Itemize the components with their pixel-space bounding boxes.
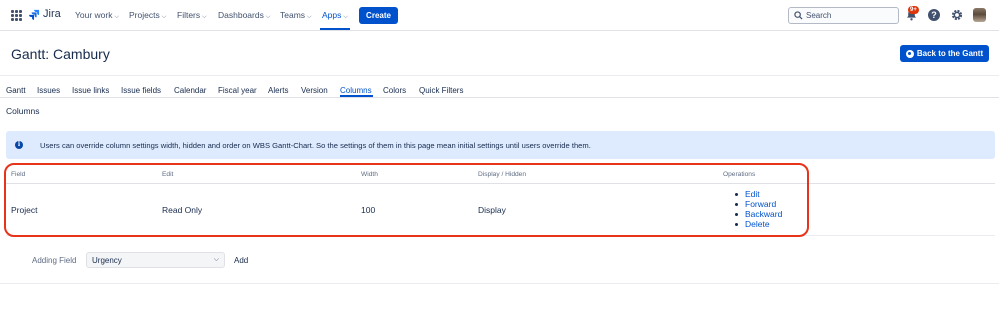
tab-gantt[interactable]: Gantt: [6, 86, 26, 95]
avatar[interactable]: [973, 8, 986, 22]
chevron-down-icon: ⌵: [114, 14, 120, 20]
gear-icon[interactable]: [951, 9, 963, 21]
logo-text: Jira: [43, 8, 61, 20]
search-icon: [794, 11, 803, 20]
nav-dashboards[interactable]: Dashboards ⌵: [218, 10, 270, 21]
chevron-down-icon: ⌵: [343, 14, 348, 20]
column-header-field: Field: [11, 171, 26, 178]
nav-apps[interactable]: Apps ⌵: [322, 10, 348, 21]
nav-projects[interactable]: Projects ⌵: [129, 10, 166, 21]
cell-width: 100: [361, 205, 376, 215]
op-edit-link[interactable]: Edit: [735, 189, 782, 199]
back-to-gantt-button[interactable]: Back to the Gantt: [900, 45, 989, 62]
search-input[interactable]: Search: [788, 7, 899, 24]
jira-logo-icon: [29, 9, 40, 20]
divider: [0, 75, 999, 76]
adding-field-label: Adding Field: [32, 256, 77, 265]
op-delete-link[interactable]: Delete: [735, 219, 782, 229]
notifications-badge: 9+: [908, 6, 919, 14]
op-forward-link[interactable]: Forward: [735, 199, 782, 209]
chevron-down-icon: ⌵: [161, 14, 167, 20]
search-placeholder: Search: [806, 11, 832, 20]
tab-quick-filters[interactable]: Quick Filters: [419, 86, 463, 95]
column-header-display-hidden: Display / Hidden: [478, 171, 527, 178]
field-select[interactable]: Urgency ⌵: [86, 252, 225, 268]
tab-issue-links[interactable]: Issue links: [72, 86, 109, 95]
nav-your-work[interactable]: Your work ⌵: [75, 10, 119, 21]
chevron-down-icon: ⌵: [202, 14, 207, 20]
nav-active-indicator: [320, 28, 350, 30]
column-header-width: Width: [361, 171, 378, 178]
page-title: Gantt: Cambury: [11, 46, 110, 62]
info-banner: i Users can override column settings wid…: [6, 131, 995, 159]
top-navigation: Jira Your work ⌵ Projects ⌵ Filters ⌵ Dashb…: [0, 0, 999, 31]
nav-label: Dashboards: [218, 10, 264, 20]
table-header-divider: [6, 183, 995, 184]
chevron-down-icon: ⌵: [307, 14, 312, 20]
cell-edit: Read Only: [162, 205, 203, 215]
divider: [0, 283, 999, 284]
section-title: Columns: [6, 106, 40, 116]
app-switcher-icon[interactable]: [11, 10, 22, 21]
nav-teams[interactable]: Teams ⌵: [280, 10, 312, 21]
operations-list: Edit Forward Backward Delete: [735, 189, 782, 229]
info-text: Users can override column settings width…: [40, 141, 591, 150]
nav-label: Your work: [75, 10, 113, 20]
op-backward-link[interactable]: Backward: [735, 209, 782, 219]
table-row-divider: [6, 235, 995, 236]
chevron-down-icon: ⌵: [213, 256, 219, 263]
nav-label: Filters: [177, 10, 201, 20]
tab-colors[interactable]: Colors: [383, 86, 406, 95]
tab-issues[interactable]: Issues: [37, 86, 60, 95]
jira-logo[interactable]: Jira: [29, 8, 61, 20]
info-icon: i: [15, 141, 23, 149]
tab-columns[interactable]: Columns: [340, 86, 372, 95]
red-highlight-annotation: [4, 163, 809, 237]
create-button[interactable]: Create: [359, 7, 398, 24]
eye-icon: [905, 49, 914, 58]
tab-version[interactable]: Version: [301, 86, 328, 95]
help-icon[interactable]: ?: [928, 9, 940, 21]
back-button-label: Back to the Gantt: [916, 49, 984, 58]
cell-display: Display: [478, 205, 506, 215]
column-header-operations: Operations: [723, 171, 756, 178]
tabs-divider: [0, 97, 999, 98]
nav-filters[interactable]: Filters ⌵: [177, 10, 207, 21]
tab-alerts[interactable]: Alerts: [268, 86, 288, 95]
cell-field: Project: [11, 205, 38, 215]
add-button[interactable]: Add: [234, 256, 248, 265]
chevron-down-icon: ⌵: [265, 14, 271, 20]
tab-fiscal-year[interactable]: Fiscal year: [218, 86, 257, 95]
nav-label: Apps: [322, 10, 342, 20]
tab-issue-fields[interactable]: Issue fields: [121, 86, 161, 95]
field-select-value: Urgency: [92, 256, 122, 265]
nav-label: Projects: [129, 10, 160, 20]
nav-label: Teams: [280, 10, 306, 20]
column-header-edit: Edit: [162, 171, 174, 178]
tab-calendar[interactable]: Calendar: [174, 86, 206, 95]
